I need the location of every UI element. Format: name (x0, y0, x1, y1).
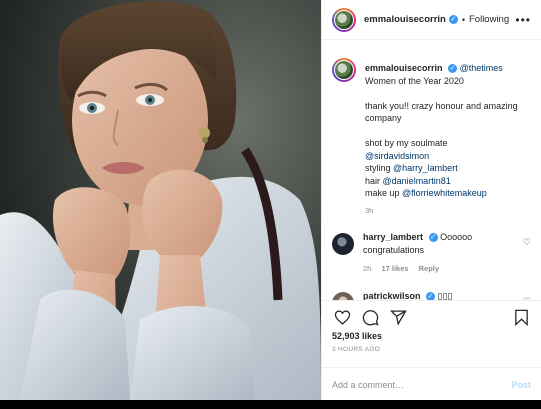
comment-input[interactable] (332, 379, 512, 390)
heart-icon[interactable]: ♡ (523, 237, 531, 248)
caption-username[interactable]: emmalouisecorrin (365, 63, 443, 73)
mention-link[interactable]: @harry_lambert (393, 163, 458, 173)
mention-link[interactable]: @danielmartin81 (383, 176, 451, 186)
separator-dot: • (461, 14, 465, 25)
comment-username[interactable]: harry_lambert (363, 232, 423, 242)
avatar[interactable] (332, 7, 356, 32)
caption-label: hair (365, 175, 381, 186)
likes-count[interactable]: 52,903 likes (332, 331, 531, 341)
heart-icon[interactable] (332, 307, 352, 327)
following-button[interactable]: Following (469, 14, 509, 25)
post-sidebar: emmalouisecorrin ✓ • Following ••• emmal… (321, 0, 541, 400)
add-comment-row: Post (322, 367, 541, 401)
post-photo[interactable] (0, 0, 321, 400)
post-timestamp[interactable]: 3 HOURS AGO (332, 346, 531, 353)
more-icon[interactable]: ••• (515, 13, 531, 27)
comment-username[interactable]: patrickwilson (363, 291, 421, 301)
avatar[interactable] (332, 291, 354, 300)
instagram-post: emmalouisecorrin ✓ • Following ••• emmal… (0, 0, 541, 400)
comment-icon[interactable] (360, 307, 380, 327)
verified-icon: ✓ (426, 291, 436, 300)
comment-text: ▯▯▯ (437, 290, 453, 301)
mention-link[interactable]: @thetimes (460, 63, 503, 73)
caption-line: Women of the Year 2020 (365, 75, 464, 86)
header-username[interactable]: emmalouisecorrin (364, 14, 446, 25)
verified-icon: ✓ (428, 233, 438, 243)
post-actions: 52,903 likes 3 HOURS AGO Post (322, 300, 541, 400)
action-icons (332, 303, 531, 331)
caption-label: styling (365, 163, 391, 173)
comments-list[interactable]: emmalouisecorrin ✓ @thetimes Women of th… (322, 48, 541, 300)
comment-body: patrickwilson ✓ ▯▯▯ (363, 290, 513, 301)
comment-body: harry_lambert ✓ Oooooo congratulations 2… (363, 231, 513, 276)
caption-time[interactable]: 3h (365, 205, 531, 218)
comment-likes[interactable]: 17 likes (381, 264, 408, 273)
mention-link[interactable]: @sirdavidsimon (365, 151, 429, 161)
caption-line: shot by my soulmate (365, 138, 448, 148)
comment-item: harry_lambert ✓ Oooooo congratulations 2… (332, 231, 531, 276)
share-icon[interactable] (388, 307, 408, 327)
reply-button[interactable]: Reply (419, 264, 439, 273)
mention-link[interactable]: @florriewhitemakeup (402, 188, 487, 198)
page-bottom-edge (0, 400, 541, 409)
caption-label: make up (365, 188, 400, 198)
portrait-image (0, 0, 321, 400)
bookmark-icon[interactable] (511, 307, 531, 327)
caption-line: thank you!! crazy honour and amazing com… (365, 100, 518, 124)
verified-icon: ✓ (448, 64, 458, 74)
caption: emmalouisecorrin ✓ @thetimes Women of th… (332, 48, 531, 217)
caption-avatar[interactable] (332, 58, 356, 82)
comment-item: patrickwilson ✓ ▯▯▯ ♡ (332, 290, 531, 301)
post-header: emmalouisecorrin ✓ • Following ••• (322, 0, 541, 40)
comment-time[interactable]: 2h (363, 264, 371, 273)
verified-icon: ✓ (448, 15, 458, 24)
caption-body: emmalouisecorrin ✓ @thetimes Women of th… (365, 62, 531, 217)
avatar[interactable] (332, 233, 354, 255)
post-button[interactable]: Post (511, 380, 531, 390)
